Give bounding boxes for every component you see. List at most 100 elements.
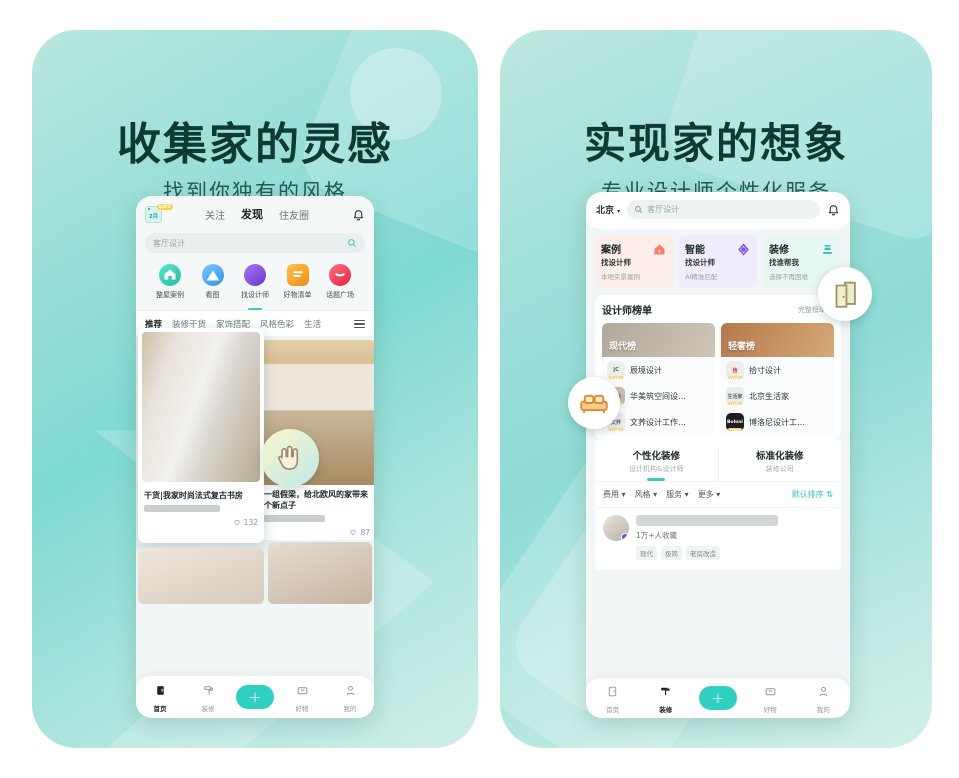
tag-renovation[interactable]: 老房改造: [686, 545, 720, 560]
nav-label: 好物: [295, 704, 309, 713]
search-value: 客厅设计: [647, 205, 680, 214]
service-card-smart[interactable]: 智能 找设计师 AI精准匹配: [679, 235, 757, 288]
category-zhaoshejishi[interactable]: 找设计师: [234, 264, 276, 300]
right-promo-panel: 实现家的想象 专业设计师个性化服务 北京 ▾ 客厅设计: [500, 30, 932, 748]
rank-badge: TOP3: [727, 428, 743, 431]
verified-badge: [621, 532, 629, 541]
designer-row[interactable]: JC TOP1 辰境设计: [602, 357, 715, 383]
plus-icon: +: [248, 687, 262, 706]
mode-standard[interactable]: 标准化装修 装修公司: [719, 448, 842, 481]
service-card-case[interactable]: 案例 找设计师 本地实景案例: [595, 235, 673, 288]
promo-screenshot: 收集家的灵感 找到你独有的风格 DAY3 2月 关注 发现 住友圈 客厅设计 整…: [0, 0, 959, 778]
search-icon: [635, 206, 643, 214]
sofa-icon: [580, 394, 608, 413]
nav-item-mine[interactable]: 我的: [330, 682, 370, 713]
bag-icon: [297, 686, 307, 694]
user-icon: [346, 685, 354, 695]
nav-item-home[interactable]: 首页: [593, 683, 633, 714]
nav-label: 我的: [816, 705, 830, 714]
category-label: 看图: [205, 291, 220, 299]
target-icon: [738, 243, 749, 256]
tag-modern[interactable]: 现代: [636, 545, 657, 560]
result-collect-count: 1万+人收藏: [636, 530, 678, 540]
user-icon: [819, 686, 828, 696]
designer-row[interactable]: Boloni TOP3 博洛尼设计工…: [721, 409, 834, 435]
hamburger-icon[interactable]: [354, 319, 365, 329]
search-icon: [348, 239, 357, 248]
nav-item-plus[interactable]: +: [236, 685, 274, 709]
tab-faxian[interactable]: 发现: [241, 206, 263, 222]
heart-icon[interactable]: [233, 518, 241, 526]
calendar-icon[interactable]: DAY3 2月: [145, 203, 173, 223]
mode-title: 个性化装修: [632, 451, 680, 462]
filter-cost[interactable]: 费用 ▾: [603, 489, 626, 500]
rank-badge: TOP2: [727, 402, 743, 405]
mode-subtitle: 设计机构&设计师: [629, 465, 684, 473]
result-item[interactable]: 1万+人收藏 现代 极简 老房改造: [603, 514, 833, 560]
feed-likes: 87: [360, 527, 370, 537]
category-kantu[interactable]: 看图: [192, 264, 234, 300]
channel-shenghuo[interactable]: 生活: [304, 318, 321, 330]
tag-minimal[interactable]: 极简: [661, 545, 682, 560]
chevron-down-icon: ▾: [621, 489, 626, 499]
channel-fenggesecai[interactable]: 风格色彩: [260, 318, 294, 330]
bell-icon[interactable]: [352, 208, 365, 221]
category-label: 好物清单: [283, 291, 312, 299]
nav-item-home[interactable]: 首页: [140, 682, 180, 713]
chevron-down-icon: ▾: [716, 489, 721, 499]
filter-service[interactable]: 服务 ▾: [666, 489, 689, 500]
tab-guanzhu[interactable]: 关注: [205, 207, 225, 222]
rank-column-modern: 现代榜 JC TOP1 辰境设计 华美 TOP2: [602, 323, 715, 435]
city-label: 北京: [596, 206, 615, 216]
paint-roller-icon: [661, 687, 670, 695]
filter-more[interactable]: 更多 ▾: [698, 489, 721, 500]
category-zhengwuanli[interactable]: 整屋案例: [149, 264, 191, 300]
sort-control[interactable]: 默认排序 ⇅: [792, 489, 833, 500]
house-icon: [159, 264, 181, 286]
door-icon: [835, 281, 856, 308]
rank-badge: TOP1: [608, 376, 624, 379]
designer-name: 辰境设计: [630, 365, 662, 375]
designer-row[interactable]: 拾 TOP1 拾寸设计: [721, 357, 834, 383]
nav-label: 首页: [153, 704, 167, 713]
mode-personalized[interactable]: 个性化装修 设计机构&设计师: [595, 448, 718, 481]
feed-card-featured[interactable]: 干货|我家时尚法式复古书房 132: [138, 328, 264, 543]
tab-zhuyouquan[interactable]: 住友圈: [279, 207, 309, 222]
search-input[interactable]: 客厅设计: [627, 200, 820, 219]
designer-row[interactable]: 生活家 TOP2 北京生活家: [721, 383, 834, 409]
bell-icon[interactable]: [827, 203, 840, 216]
feed-title: 一组假梁，给北欧风的家带来个新点子: [264, 490, 368, 510]
designer-name: 文荞设计工作…: [630, 417, 686, 427]
chat-icon: [329, 264, 351, 286]
nav-item-goods[interactable]: 好物: [750, 683, 790, 714]
nav-item-decorate[interactable]: 装修: [646, 683, 686, 714]
search-value: 客厅设计: [153, 238, 185, 248]
result-name-blurred: [636, 514, 778, 526]
nav-item-mine[interactable]: 我的: [803, 683, 843, 714]
nav-item-decorate[interactable]: 装修: [188, 682, 228, 713]
nav-item-plus[interactable]: +: [698, 686, 737, 710]
home-icon: [156, 685, 164, 695]
rank-tab[interactable]: 轻奢榜: [721, 323, 834, 357]
heart-icon[interactable]: [349, 528, 357, 536]
rank-badge: TOP3: [608, 428, 624, 431]
nav-item-goods[interactable]: 好物: [282, 682, 322, 713]
rank-tab-label: 轻奢榜: [728, 342, 756, 352]
right-phone-header: 北京 ▾ 客厅设计: [586, 192, 850, 229]
rank-tab[interactable]: 现代榜: [602, 323, 715, 357]
category-row: 整屋案例 看图 找设计师 好物清单 话题广场: [145, 253, 365, 304]
city-selector[interactable]: 北京 ▾: [596, 203, 620, 216]
rank-tab-label: 现代榜: [609, 342, 637, 352]
designer-row[interactable]: 文荞 TOP3 文荞设计工作…: [602, 409, 715, 435]
nav-label: 装修: [201, 704, 215, 713]
search-input[interactable]: 客厅设计: [145, 233, 365, 253]
result-list: 1万+人收藏 现代 极简 老房改造: [595, 506, 841, 570]
designer-logo: 生活家 TOP2: [726, 387, 744, 405]
nav-label: 我的: [343, 704, 357, 713]
filter-style[interactable]: 风格 ▾: [635, 489, 658, 500]
calendar-month: 2月: [148, 214, 159, 220]
category-haowuqingdan[interactable]: 好物清单: [277, 264, 319, 300]
service-cards: 案例 找设计师 本地实景案例 智能 找设计师 AI精准匹配 装修 找谁帮我 选择…: [586, 229, 850, 288]
chevron-down-icon: ▾: [653, 489, 658, 499]
category-huatiguangchang[interactable]: 话题广场: [319, 264, 361, 300]
